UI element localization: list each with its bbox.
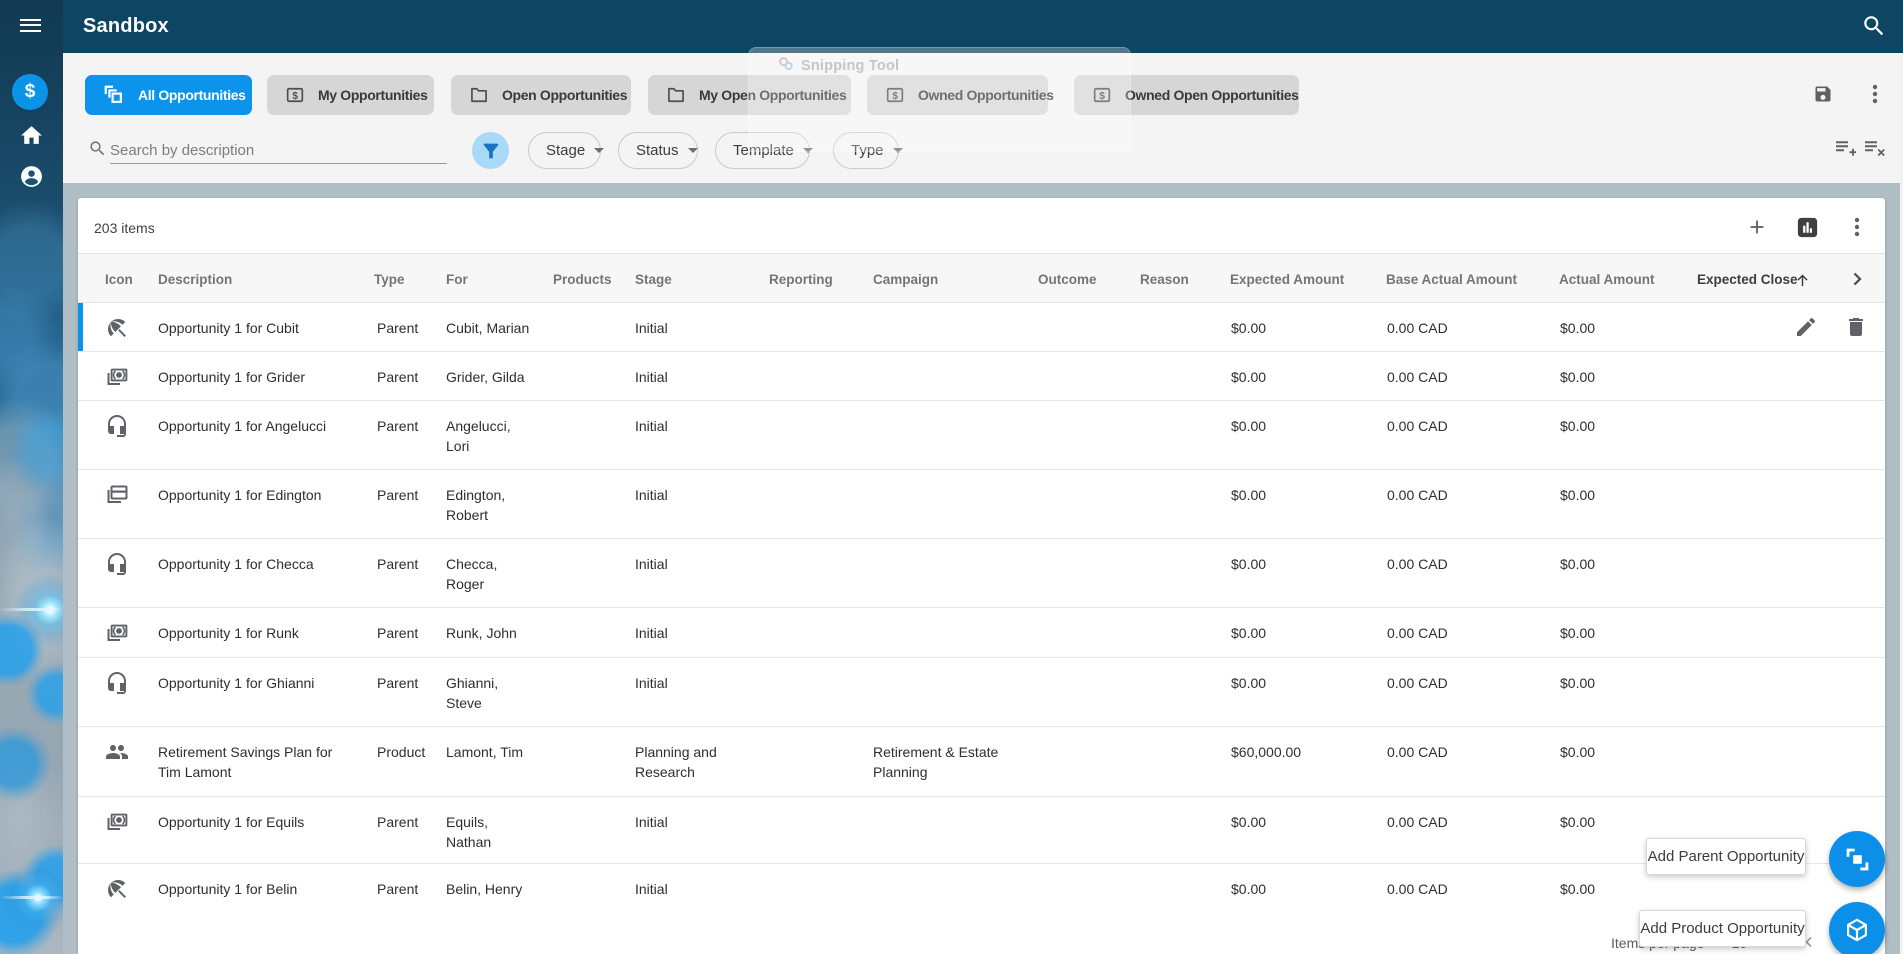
- svg-text:$: $: [292, 91, 298, 102]
